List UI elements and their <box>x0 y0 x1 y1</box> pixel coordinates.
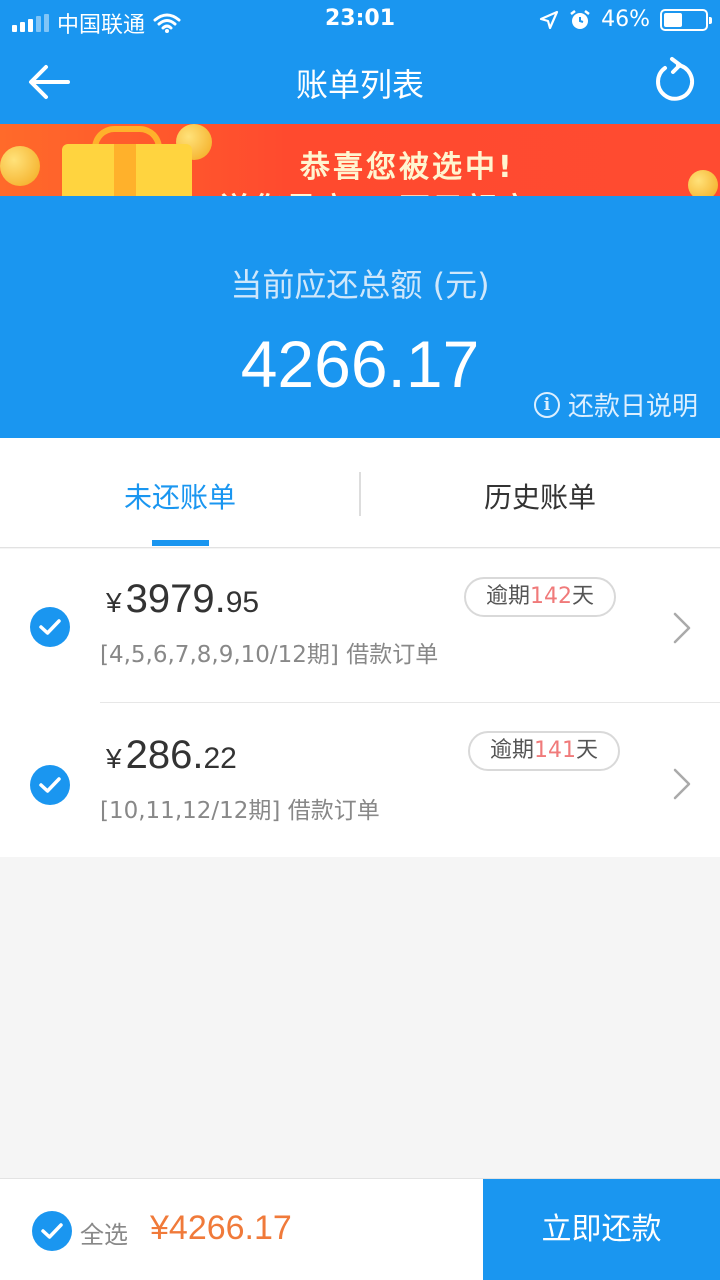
chevron-right-icon <box>673 768 691 800</box>
battery-icon <box>660 8 712 31</box>
status-bar: 中国联通 23:01 46% <box>0 0 720 40</box>
overdue-days: 142 <box>530 584 573 609</box>
tab-unpaid-bills[interactable]: 未还账单 <box>0 476 360 516</box>
status-right: 46% <box>539 7 712 32</box>
checkmark-icon <box>39 619 61 635</box>
overdue-badge: 逾期142天 <box>464 577 617 617</box>
coin-decoration <box>0 146 40 186</box>
selected-total-amount: ¥4266.17 <box>150 1209 292 1247</box>
gift-box-icon <box>62 144 192 196</box>
banner-headline: 恭喜您被选中! <box>300 150 515 185</box>
bill-amount: ¥3979.95 <box>106 577 259 622</box>
battery-percent: 46% <box>601 7 650 32</box>
overdue-prefix: 逾期 <box>490 738 535 763</box>
amount-decimal: 95 <box>225 586 260 619</box>
select-all-checkbox[interactable] <box>32 1211 72 1251</box>
overdue-days: 141 <box>534 738 577 763</box>
location-icon <box>539 10 559 29</box>
active-tab-indicator <box>152 540 209 546</box>
select-all-label[interactable]: 全选 <box>80 1215 128 1250</box>
overdue-suffix: 天 <box>576 738 599 763</box>
bill-checkbox[interactable] <box>30 765 70 805</box>
bill-list-page: 中国联通 23:01 46% 账单列表 恭喜您被选中! 当前应还总额 (元) 4… <box>0 0 720 1280</box>
repayment-date-info-label: 还款日说明 <box>567 392 698 422</box>
promo-banner[interactable]: 恭喜您被选中! 送您最高00万元额度 <box>0 124 720 196</box>
refresh-icon[interactable] <box>648 56 700 108</box>
checkmark-icon <box>41 1223 63 1239</box>
checkmark-icon <box>39 777 61 793</box>
overdue-suffix: 天 <box>572 584 595 609</box>
alarm-icon <box>570 9 590 29</box>
total-label: 当前应还总额 (元) <box>230 266 490 304</box>
bill-checkbox[interactable] <box>30 607 70 647</box>
bill-amount: ¥286.22 <box>106 733 237 778</box>
currency-symbol: ¥ <box>106 587 122 618</box>
banner-subline: 送您最高00万元额度 <box>220 184 532 196</box>
amount-decimal: 22 <box>203 742 237 775</box>
list-item[interactable]: ¥3979.95 逾期142天 [4,5,6,7,8,9,10/12期] 借款订… <box>0 549 720 703</box>
repayment-date-info[interactable]: i 还款日说明 <box>533 386 698 423</box>
bill-tabs: 未还账单 历史账单 <box>0 438 720 548</box>
bill-description: [10,11,12/12期] 借款订单 <box>100 798 380 824</box>
tab-history-bills[interactable]: 历史账单 <box>360 476 720 516</box>
total-summary: 当前应还总额 (元) 4266.17 i 还款日说明 <box>0 196 720 438</box>
page-title: 账单列表 <box>295 66 424 104</box>
battery-level-fill <box>664 12 683 27</box>
info-icon: i <box>533 391 560 418</box>
nav-bar: 账单列表 <box>0 40 720 124</box>
currency-symbol: ¥ <box>106 743 122 774</box>
overdue-prefix: 逾期 <box>486 584 531 609</box>
coin-decoration <box>688 170 718 196</box>
amount-integer: 3979. <box>125 577 226 621</box>
overdue-badge: 逾期141天 <box>468 731 621 771</box>
chevron-right-icon <box>673 612 691 644</box>
bill-description: [4,5,6,7,8,9,10/12期] 借款订单 <box>100 642 439 668</box>
amount-integer: 286. <box>125 733 204 777</box>
bill-list: ¥3979.95 逾期142天 [4,5,6,7,8,9,10/12期] 借款订… <box>0 549 720 857</box>
bottom-bar: 全选 ¥4266.17 立即还款 <box>0 1178 720 1280</box>
pay-now-button[interactable]: 立即还款 <box>483 1179 720 1280</box>
list-item[interactable]: ¥286.22 逾期141天 [10,11,12/12期] 借款订单 <box>0 703 720 857</box>
